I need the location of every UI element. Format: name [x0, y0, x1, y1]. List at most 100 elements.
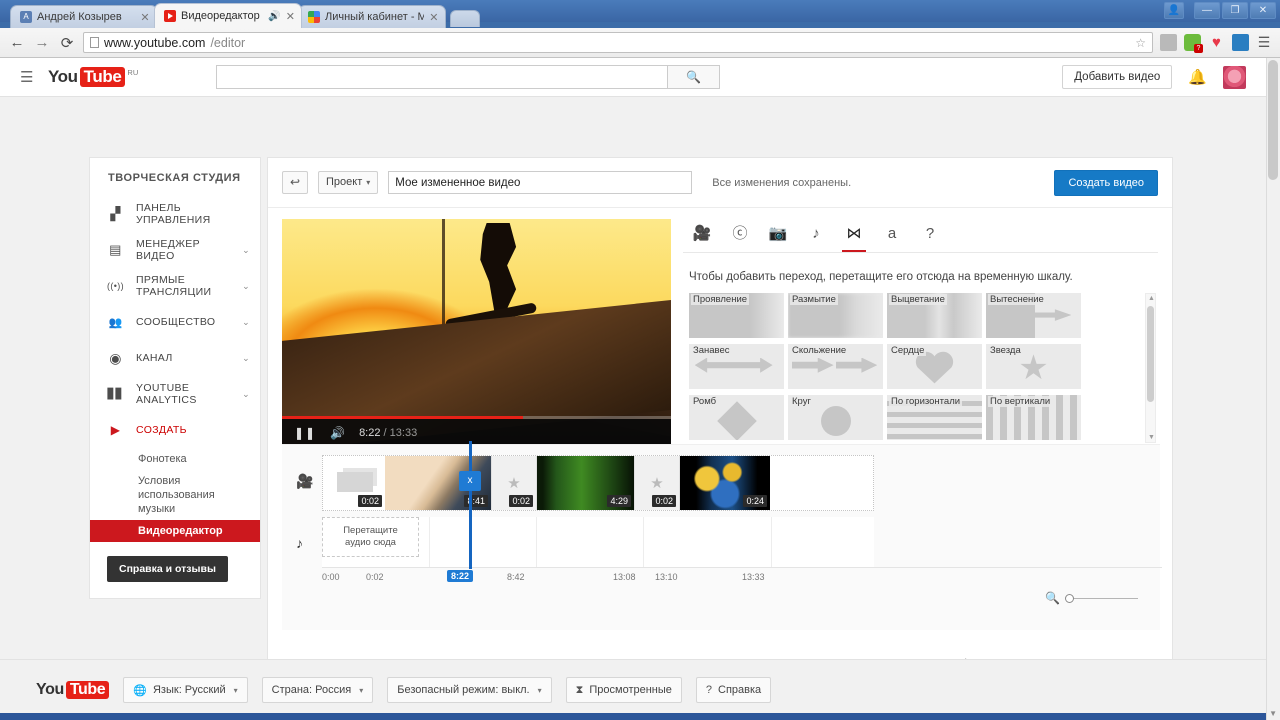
- scroll-up-icon[interactable]: ▲: [1148, 295, 1155, 302]
- transition-item[interactable]: Выцветание: [887, 293, 982, 338]
- transition-item[interactable]: По горизонтали: [887, 395, 982, 440]
- timeline-ruler[interactable]: 0:00 0:02 8:22 8:42 13:08 13:10 13:33: [322, 567, 1162, 589]
- close-icon[interactable]: ✕: [139, 11, 151, 24]
- project-title-input[interactable]: [388, 171, 693, 194]
- close-icon[interactable]: ✕: [286, 10, 295, 23]
- scroll-down-icon[interactable]: ▼: [1269, 709, 1277, 718]
- add-video-button[interactable]: Добавить видео: [1062, 65, 1173, 89]
- page-scrollbar[interactable]: ▲ ▼: [1266, 58, 1280, 720]
- analytics-icon: ▊▊: [107, 388, 124, 400]
- history-button[interactable]: ⧗ Просмотренные: [565, 677, 682, 703]
- ruler-tick: 13:33: [742, 572, 765, 582]
- chevron-down-icon[interactable]: ⌄: [242, 245, 250, 256]
- forward-icon[interactable]: →: [33, 34, 51, 51]
- timeline-transition-clip[interactable]: ★ 0:02: [491, 456, 537, 510]
- transition-item[interactable]: Занавес: [689, 344, 784, 389]
- sidebar-subitem-audio-library[interactable]: Фонотека: [90, 448, 260, 470]
- search-button[interactable]: 🔍: [668, 65, 721, 89]
- timeline-transition-clip[interactable]: ★ 0:02: [634, 456, 680, 510]
- chevron-down-icon[interactable]: ⌄: [242, 281, 250, 292]
- sidebar-item-analytics[interactable]: ▊▊ YOUTUBE ANALYTICS ⌄: [90, 376, 260, 412]
- help-button[interactable]: ? Справка: [695, 677, 772, 703]
- sidebar-item-video-manager[interactable]: ▤ МЕНЕДЖЕР ВИДЕО ⌄: [90, 232, 260, 268]
- transition-item[interactable]: По вертикали: [986, 395, 1081, 440]
- transition-item[interactable]: Звезда: [986, 344, 1081, 389]
- playhead-handle[interactable]: x: [459, 471, 481, 491]
- tab-text[interactable]: a: [873, 219, 911, 252]
- transition-item[interactable]: Размытие: [788, 293, 883, 338]
- tab-photos[interactable]: 📷: [759, 219, 797, 252]
- speaker-icon[interactable]: 🔊: [268, 11, 280, 22]
- sidebar-item-dashboard[interactable]: ▞ ПАНЕЛЬ УПРАВЛЕНИЯ: [90, 196, 260, 232]
- timeline-zoom-control[interactable]: 🔍: [1045, 591, 1138, 605]
- browser-tab-3[interactable]: Личный кабинет - Мои ✕: [298, 5, 446, 28]
- reload-icon[interactable]: ⟳: [58, 34, 76, 52]
- cart-extension-icon[interactable]: [1232, 34, 1249, 51]
- create-video-button[interactable]: Создать видео: [1054, 169, 1158, 196]
- search-input[interactable]: [216, 65, 669, 89]
- timeline-clip[interactable]: 0:24: [680, 456, 770, 510]
- video-preview[interactable]: ❚❚ 🔊 8:22 / 13:33: [282, 219, 671, 447]
- zoom-slider[interactable]: [1065, 593, 1138, 603]
- transition-item[interactable]: Ромб: [689, 395, 784, 440]
- zoom-slider-handle[interactable]: [1065, 593, 1074, 603]
- avatar[interactable]: [1223, 65, 1246, 89]
- tab-transitions[interactable]: ⋈: [835, 219, 873, 252]
- help-and-feedback-button[interactable]: Справка и отзывы: [107, 556, 228, 582]
- browser-menu-icon[interactable]: ☰: [1256, 34, 1272, 51]
- bell-icon[interactable]: 🔔: [1188, 68, 1207, 86]
- back-icon[interactable]: ←: [8, 34, 26, 51]
- page-info-icon[interactable]: [90, 37, 99, 48]
- scroll-down-icon[interactable]: ▼: [1148, 434, 1155, 441]
- pause-button[interactable]: ❚❚: [294, 426, 316, 440]
- sidebar-subitem-video-editor[interactable]: Видеоредактор: [90, 520, 260, 542]
- sidebar-item-create[interactable]: ▶ СОЗДАТЬ: [90, 412, 260, 448]
- page-scroll-thumb[interactable]: [1268, 60, 1278, 180]
- chevron-down-icon[interactable]: ⌄: [242, 317, 250, 328]
- undo-button[interactable]: ↩: [282, 171, 308, 194]
- chevron-down-icon[interactable]: ⌄: [242, 353, 250, 364]
- audio-track[interactable]: Перетащите аудио сюда: [322, 517, 874, 567]
- timeline-clip[interactable]: 0:02: [323, 456, 385, 510]
- sidebar-subitem-music-policies[interactable]: Условия использования музыки: [90, 470, 260, 520]
- address-bar[interactable]: www.youtube.com /editor ☆: [83, 32, 1153, 53]
- safety-mode-button[interactable]: Безопасный режим: выкл. ▾: [387, 677, 552, 703]
- sidebar-item-channel[interactable]: ◉ КАНАЛ ⌄: [90, 340, 260, 376]
- volume-icon[interactable]: 🔊: [330, 426, 345, 440]
- project-menu-button[interactable]: Проект ▾: [318, 171, 379, 194]
- transition-label: По вертикали: [988, 396, 1053, 407]
- tab-creative-commons[interactable]: ⓒ: [721, 219, 759, 252]
- timeline-playhead[interactable]: x: [459, 441, 481, 569]
- transitions-scrollbar[interactable]: ▲ ▼: [1145, 293, 1156, 443]
- tab-audio[interactable]: ♪: [797, 219, 835, 252]
- track-gridline: [643, 517, 644, 567]
- tab-videos[interactable]: 🎥: [683, 219, 721, 252]
- transition-item[interactable]: Сердце: [887, 344, 982, 389]
- sidebar-item-live-streaming[interactable]: ((•)) ПРЯМЫЕ ТРАНСЛЯЦИИ ⌄: [90, 268, 260, 304]
- youtube-logo[interactable]: You Tube RU: [48, 67, 138, 87]
- transition-item[interactable]: Скольжение: [788, 344, 883, 389]
- new-tab-button[interactable]: [450, 10, 480, 27]
- audio-dropzone[interactable]: Перетащите аудио сюда: [322, 517, 419, 557]
- browser-tab-1[interactable]: Андрей Козырев ✕: [10, 5, 158, 28]
- magnifier-icon[interactable]: 🔍: [1045, 591, 1060, 605]
- transition-item[interactable]: Вытеснение: [986, 293, 1081, 338]
- timeline-clip[interactable]: 4:29: [537, 456, 634, 510]
- language-selector-button[interactable]: 🌐 Язык: Русский ▾: [123, 677, 248, 703]
- grey-extension-icon[interactable]: [1160, 34, 1177, 51]
- heart-extension-icon[interactable]: ♥: [1208, 34, 1225, 51]
- browser-tab-2[interactable]: Видеоредактор - You 🔊 ✕: [154, 3, 302, 28]
- green-puzzle-extension-icon[interactable]: [1184, 34, 1203, 53]
- country-selector-button[interactable]: Страна: Россия ▾: [261, 677, 374, 703]
- transition-item[interactable]: Проявление: [689, 293, 784, 338]
- transition-item[interactable]: Круг: [788, 395, 883, 440]
- bookmark-star-icon[interactable]: ☆: [1135, 36, 1146, 50]
- tab-help[interactable]: ?: [911, 219, 949, 252]
- close-icon[interactable]: ✕: [429, 11, 439, 24]
- video-track[interactable]: 0:02 8:41 ★ 0:02 4:29 ★ 0:02 0:24: [322, 455, 874, 511]
- chevron-down-icon[interactable]: ⌄: [242, 389, 250, 400]
- guide-menu-icon[interactable]: ☰: [20, 68, 42, 86]
- sidebar-item-community[interactable]: 👥 СООБЩЕСТВО ⌄: [90, 304, 260, 340]
- transitions-scroll-thumb[interactable]: [1147, 306, 1154, 402]
- footer-youtube-logo[interactable]: You Tube: [36, 681, 110, 699]
